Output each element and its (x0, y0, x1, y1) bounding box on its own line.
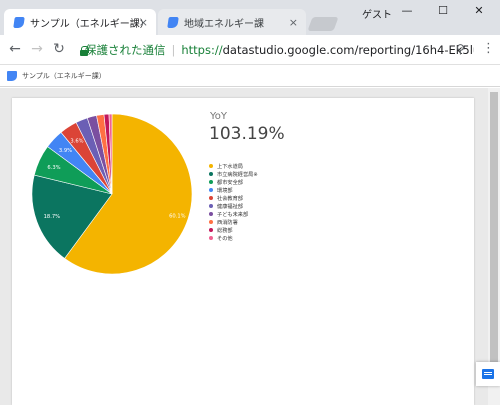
slice-data-label: 6.3% (47, 165, 60, 171)
slice-data-label: 18.7% (44, 214, 61, 220)
legend-item[interactable]: 都市安全部 (209, 178, 258, 186)
legend-item[interactable]: 市立病院経営局※ (209, 170, 258, 178)
tab-bar: サンプル（エネルギー課） × 地域エネルギー課 × ゲスト — ☐ ✕ (0, 0, 500, 35)
legend-label: 西消防署 (217, 219, 238, 226)
close-window-button[interactable]: ✕ (468, 4, 490, 17)
legend-swatch (209, 188, 213, 192)
url-scheme: https:// (181, 43, 223, 57)
legend-item[interactable]: その他 (209, 234, 258, 242)
chart-legend: 上下水道局 市立病院経営局※ 都市安全部 環境部 社会教育部 健康福祉部 子ども未来部 西消防… (209, 162, 258, 242)
page-content: 60.1% 18.7% 6.3% 3.9% 3.6% YoY 103.19% 上下水道局… (0, 88, 500, 405)
slice-data-label: 60.1% (169, 213, 186, 219)
url-host: datastudio.google.com (222, 43, 355, 57)
address-bar[interactable]: 保護された通信 | https://datastudio.google.com/… (74, 39, 474, 61)
legend-label: 社会教育部 (217, 195, 243, 202)
legend-item[interactable]: 環境部 (209, 186, 258, 194)
scorecard-value: 103.19% (209, 124, 285, 144)
scorecard-label: YoY (210, 111, 228, 122)
bookmark-item[interactable]: サンプル（エネルギー課） (22, 71, 106, 81)
legend-swatch (209, 180, 213, 184)
legend-swatch (209, 204, 213, 208)
minimize-button[interactable]: — (396, 4, 418, 17)
tab-label: サンプル（エネルギー課） (30, 18, 150, 30)
feedback-button[interactable] (476, 362, 500, 386)
separator: | (171, 43, 176, 57)
report-canvas: 60.1% 18.7% 6.3% 3.9% 3.6% YoY 103.19% 上下水道局… (12, 98, 474, 405)
legend-item[interactable]: 上下水道局 (209, 162, 258, 170)
legend-label: 健康福祉部 (217, 203, 243, 210)
legend-label: 市立病院経営局※ (217, 171, 258, 178)
slice-data-label: 3.6% (70, 138, 83, 144)
back-button[interactable]: ← (6, 41, 24, 57)
maximize-button[interactable]: ☐ (432, 4, 454, 17)
close-tab-icon[interactable]: × (289, 16, 298, 29)
legend-item[interactable]: 健康福祉部 (209, 202, 258, 210)
tab-inactive[interactable]: 地域エネルギー課 × (158, 9, 306, 35)
slice-data-label: 3.9% (59, 148, 72, 154)
forward-button[interactable]: → (28, 41, 46, 57)
legend-swatch (209, 196, 213, 200)
data-studio-icon (13, 16, 25, 28)
profile-name[interactable]: ゲスト (362, 6, 392, 21)
legend-swatch (209, 228, 213, 232)
feedback-icon (482, 369, 494, 379)
legend-item[interactable]: 総務部 (209, 226, 258, 234)
tab-label: 地域エネルギー課 (184, 18, 264, 30)
legend-label: 上下水道局 (217, 163, 243, 170)
url-text: https://datastudio.google.com/reporting/… (181, 43, 474, 57)
data-studio-icon (167, 16, 179, 28)
legend-item[interactable]: 社会教育部 (209, 194, 258, 202)
menu-icon[interactable]: ⋮ (482, 41, 495, 56)
legend-item[interactable]: 子ども未来部 (209, 210, 258, 218)
reload-button[interactable]: ↻ (50, 41, 68, 57)
data-studio-icon (7, 70, 17, 81)
legend-label: 都市安全部 (217, 179, 243, 186)
legend-swatch (209, 236, 213, 240)
legend-item[interactable]: 西消防署 (209, 218, 258, 226)
legend-swatch (209, 172, 213, 176)
scrollbar-thumb[interactable] (490, 92, 498, 362)
security-label: 保護された通信 (85, 43, 166, 57)
legend-swatch (209, 220, 213, 224)
pie-chart[interactable]: 60.1% 18.7% 6.3% 3.9% 3.6% (30, 112, 194, 276)
zoom-icon[interactable]: ⚲ (456, 42, 465, 56)
tab-active[interactable]: サンプル（エネルギー課） × (4, 9, 156, 35)
bookmarks-bar: サンプル（エネルギー課） (0, 65, 500, 87)
new-tab-button[interactable] (307, 17, 339, 31)
legend-label: 子ども未来部 (217, 211, 249, 218)
legend-swatch (209, 164, 213, 168)
legend-label: 環境部 (217, 187, 233, 194)
legend-swatch (209, 212, 213, 216)
legend-label: その他 (217, 235, 233, 242)
close-tab-icon[interactable]: × (139, 16, 148, 29)
legend-label: 総務部 (217, 227, 233, 234)
browser-toolbar: ← → ↻ 保護された通信 | https://datastudio.googl… (0, 35, 500, 65)
